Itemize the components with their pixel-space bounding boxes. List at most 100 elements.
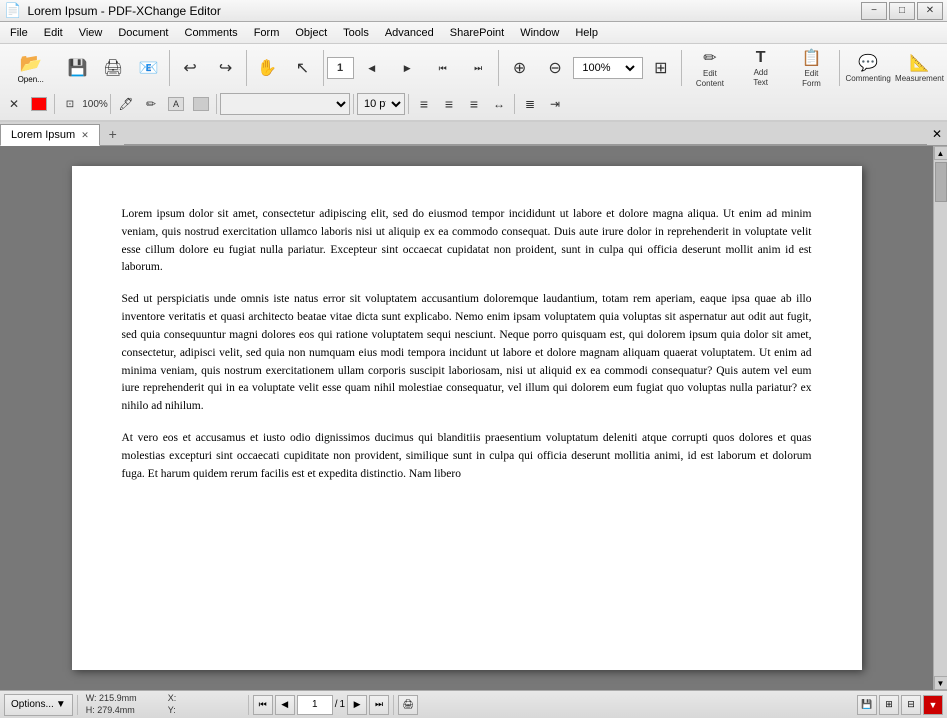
menu-edit[interactable]: Edit: [36, 22, 71, 44]
menu-document[interactable]: Document: [110, 22, 176, 44]
next-icon: ▶: [404, 63, 411, 74]
status-btn2[interactable]: ⊟: [901, 695, 921, 715]
title-bar-left: 📄 Lorem Ipsum - PDF-XChange Editor: [4, 2, 221, 19]
close-button[interactable]: ✕: [917, 2, 943, 20]
print-button[interactable]: 🖨: [96, 48, 130, 88]
zoom-pct-icon: 100%: [82, 99, 108, 110]
menu-advanced[interactable]: Advanced: [377, 22, 442, 44]
tab-lorem-ipsum[interactable]: Lorem Ipsum ✕: [0, 124, 100, 146]
zoom-pct-button[interactable]: 100%: [83, 92, 107, 116]
email-button[interactable]: 📧: [131, 48, 165, 88]
undo-button[interactable]: ↩: [173, 48, 207, 88]
go-next-button[interactable]: ▶: [347, 695, 367, 715]
hand-tool-button[interactable]: ✋: [250, 48, 284, 88]
justify-button[interactable]: ↔: [487, 92, 511, 116]
align-center-button[interactable]: ≡: [437, 92, 461, 116]
title-bar: 📄 Lorem Ipsum - PDF-XChange Editor − □ ✕: [0, 0, 947, 22]
pdf-canvas[interactable]: Lorem ipsum dolor sit amet, consectetur …: [0, 146, 933, 690]
scroll-down-button[interactable]: ▼: [934, 676, 947, 690]
toolbar-row2: ✕ ⊡ 100% 🖊 ✏ A 10 pt 8 pt: [2, 90, 945, 118]
commenting-button[interactable]: 💬 Commenting: [843, 48, 893, 88]
fmt-sep2: [110, 94, 111, 114]
menu-sharepoint[interactable]: SharePoint: [442, 22, 512, 44]
measurement-icon: 📐: [910, 53, 930, 73]
style-dropdown-button[interactable]: ✕: [2, 92, 26, 116]
status-btn1[interactable]: ⊞: [879, 695, 899, 715]
sep1: [169, 50, 170, 86]
print-doc-button[interactable]: 🖨: [398, 695, 418, 715]
measurement-button[interactable]: 📐 Measurement: [894, 48, 945, 88]
first-page-button[interactable]: ⏮: [425, 48, 459, 88]
style-icon: ✕: [9, 97, 19, 111]
minimize-button[interactable]: −: [861, 2, 887, 20]
last-page-button[interactable]: ⏭: [461, 48, 495, 88]
tab-bar: Lorem Ipsum ✕ + ✕: [0, 122, 947, 146]
scroll-up-button[interactable]: ▲: [934, 146, 947, 160]
align-left-button[interactable]: ≡: [412, 92, 436, 116]
redo-icon: ↪: [219, 58, 232, 78]
menu-window[interactable]: Window: [512, 22, 567, 44]
edit-content-icon: ✏: [703, 48, 716, 68]
menu-file[interactable]: File: [2, 22, 36, 44]
menu-view[interactable]: View: [71, 22, 111, 44]
edit-content-label: EditContent: [696, 69, 724, 88]
total-pages: 1: [340, 699, 346, 710]
status-settings-button[interactable]: ▼: [923, 695, 943, 715]
menu-form[interactable]: Form: [246, 22, 288, 44]
tab-close-button[interactable]: ✕: [81, 130, 89, 141]
pencil-icon: ✏: [146, 97, 156, 111]
go-prev-button[interactable]: ◀: [275, 695, 295, 715]
pdf-page: Lorem ipsum dolor sit amet, consectetur …: [72, 166, 862, 670]
prev-page-button[interactable]: ◀: [355, 48, 389, 88]
main-area: Lorem ipsum dolor sit amet, consectetur …: [0, 146, 947, 690]
open-button[interactable]: 📂 Open...: [2, 48, 59, 88]
red-color-button[interactable]: [27, 92, 51, 116]
strikethrough-button[interactable]: [189, 92, 213, 116]
page-slash: /: [335, 699, 338, 710]
edit-form-button[interactable]: 📋 EditForm: [787, 48, 837, 88]
menu-object[interactable]: Object: [287, 22, 335, 44]
checkers-button[interactable]: ⊡: [58, 92, 82, 116]
menu-comments[interactable]: Comments: [177, 22, 246, 44]
highlight-button[interactable]: 🖊: [114, 92, 138, 116]
add-text-button[interactable]: T AddText: [736, 48, 786, 88]
options-button[interactable]: Options... ▼: [4, 694, 73, 716]
save-button[interactable]: 💾: [60, 48, 94, 88]
new-tab-button[interactable]: +: [102, 123, 124, 145]
redo-button[interactable]: ↪: [208, 48, 242, 88]
go-last-button[interactable]: ⏭: [369, 695, 389, 715]
toolbar-area: 📂 Open... 💾 🖨 📧 ↩ ↪ ✋ ↖ 1: [0, 44, 947, 122]
select-tool-button[interactable]: ↖: [285, 48, 319, 88]
close-doc-button[interactable]: ✕: [927, 123, 947, 145]
zoom-selector[interactable]: 100% 50% 75% 125% 150% 200%: [573, 57, 642, 79]
zoom-in-button[interactable]: ⊕: [502, 48, 536, 88]
zoom-select[interactable]: 100% 50% 75% 125% 150% 200%: [578, 61, 637, 75]
zoom-out-button[interactable]: ⊖: [538, 48, 572, 88]
fill-button[interactable]: A: [164, 92, 188, 116]
go-first-button[interactable]: ⏮: [253, 695, 273, 715]
menu-tools[interactable]: Tools: [335, 22, 377, 44]
list-button[interactable]: ≣: [518, 92, 542, 116]
indent-button[interactable]: ⇥: [543, 92, 567, 116]
pencil-button[interactable]: ✏: [139, 92, 163, 116]
save-file-button[interactable]: 💾: [857, 695, 877, 715]
sep6: [839, 50, 840, 86]
menu-help[interactable]: Help: [567, 22, 606, 44]
font-family-select[interactable]: [220, 93, 350, 115]
scroll-thumb[interactable]: [935, 162, 947, 202]
fmt-sep6: [514, 94, 515, 114]
add-text-icon: T: [756, 49, 766, 67]
align-right-button[interactable]: ≡: [462, 92, 486, 116]
status-sep1: [77, 695, 78, 715]
next-page-button[interactable]: ▶: [390, 48, 424, 88]
maximize-button[interactable]: □: [889, 2, 915, 20]
fmt-sep5: [408, 94, 409, 114]
undo-icon: ↩: [183, 58, 196, 78]
edit-content-button[interactable]: ✏ EditContent: [685, 48, 735, 88]
page-number-input[interactable]: [297, 695, 333, 715]
sep3: [323, 50, 324, 86]
zoom-fit-button[interactable]: ⊞: [644, 48, 678, 88]
email-icon: 📧: [139, 58, 159, 78]
hand-icon: ✋: [257, 58, 277, 78]
font-size-select[interactable]: 10 pt 8 pt 9 pt 11 pt 12 pt 14 pt: [357, 93, 405, 115]
